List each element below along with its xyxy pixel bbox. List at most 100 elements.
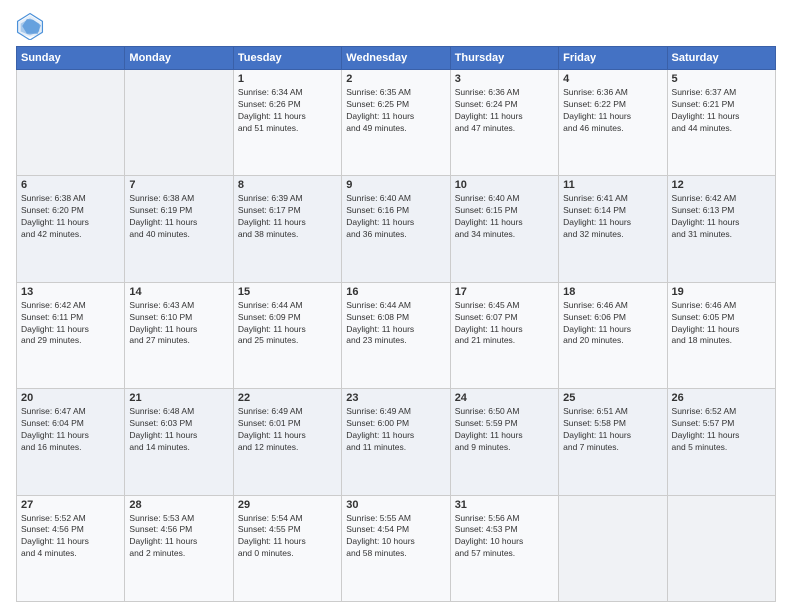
weekday-sunday: Sunday bbox=[17, 47, 125, 70]
day-cell: 26 Sunrise: 6:52 AM Sunset: 5:57 PM Dayli… bbox=[667, 389, 775, 495]
week-row-3: 13 Sunrise: 6:42 AM Sunset: 6:11 PM Dayli… bbox=[17, 282, 776, 388]
day-info: Sunrise: 5:52 AM Sunset: 4:56 PM Dayligh… bbox=[21, 513, 120, 561]
day-number: 28 bbox=[129, 499, 228, 511]
day-cell: 12Sunrise: 6:42 AM Sunset: 6:13 PM Dayli… bbox=[667, 176, 775, 282]
day-cell: 15 Sunrise: 6:44 AM Sunset: 6:09 PM Dayli… bbox=[233, 282, 341, 388]
day-info: Sunrise: 6:50 AM Sunset: 5:59 PM Dayligh… bbox=[455, 406, 554, 454]
weekday-monday: Monday bbox=[125, 47, 233, 70]
weekday-saturday: Saturday bbox=[667, 47, 775, 70]
day-cell: 2Sunrise: 6:35 AM Sunset: 6:25 PM Daylig… bbox=[342, 70, 450, 176]
day-info: Sunrise: 6:35 AM Sunset: 6:25 PM Dayligh… bbox=[346, 87, 445, 135]
day-number: 26 bbox=[672, 392, 771, 404]
day-number: 25 bbox=[563, 392, 662, 404]
day-info: Sunrise: 6:44 AM Sunset: 6:09 PM Dayligh… bbox=[238, 300, 337, 348]
day-cell: 21 Sunrise: 6:48 AM Sunset: 6:03 PM Dayli… bbox=[125, 389, 233, 495]
day-info: Sunrise: 6:46 AM Sunset: 6:06 PM Dayligh… bbox=[563, 300, 662, 348]
day-cell: 9 Sunrise: 6:40 AM Sunset: 6:16 PM Daylig… bbox=[342, 176, 450, 282]
day-cell: 20Sunrise: 6:47 AM Sunset: 6:04 PM Dayli… bbox=[17, 389, 125, 495]
day-number: 10 bbox=[455, 179, 554, 191]
day-cell: 14 Sunrise: 6:43 AM Sunset: 6:10 PM Dayli… bbox=[125, 282, 233, 388]
day-cell: 29Sunrise: 5:54 AM Sunset: 4:55 PM Dayli… bbox=[233, 495, 341, 601]
day-cell: 25 Sunrise: 6:51 AM Sunset: 5:58 PM Dayli… bbox=[559, 389, 667, 495]
day-number: 17 bbox=[455, 286, 554, 298]
day-number: 29 bbox=[238, 499, 337, 511]
day-cell: 22 Sunrise: 6:49 AM Sunset: 6:01 PM Dayli… bbox=[233, 389, 341, 495]
day-info: Sunrise: 6:36 AM Sunset: 6:22 PM Dayligh… bbox=[563, 87, 662, 135]
day-number: 1 bbox=[238, 73, 337, 85]
weekday-friday: Friday bbox=[559, 47, 667, 70]
day-cell: 7 Sunrise: 6:38 AM Sunset: 6:19 PM Daylig… bbox=[125, 176, 233, 282]
day-info: Sunrise: 6:51 AM Sunset: 5:58 PM Dayligh… bbox=[563, 406, 662, 454]
day-info: Sunrise: 6:48 AM Sunset: 6:03 PM Dayligh… bbox=[129, 406, 228, 454]
day-info: Sunrise: 6:52 AM Sunset: 5:57 PM Dayligh… bbox=[672, 406, 771, 454]
week-row-1: 1 Sunrise: 6:34 AM Sunset: 6:26 PM Daylig… bbox=[17, 70, 776, 176]
day-info: Sunrise: 5:55 AM Sunset: 4:54 PM Dayligh… bbox=[346, 513, 445, 561]
day-number: 30 bbox=[346, 499, 445, 511]
day-number: 18 bbox=[563, 286, 662, 298]
page: SundayMondayTuesdayWednesdayThursdayFrid… bbox=[0, 0, 792, 612]
day-info: Sunrise: 6:37 AM Sunset: 6:21 PM Dayligh… bbox=[672, 87, 771, 135]
day-info: Sunrise: 6:40 AM Sunset: 6:16 PM Dayligh… bbox=[346, 193, 445, 241]
day-number: 15 bbox=[238, 286, 337, 298]
calendar-body: 1 Sunrise: 6:34 AM Sunset: 6:26 PM Daylig… bbox=[17, 70, 776, 602]
day-number: 31 bbox=[455, 499, 554, 511]
day-number: 14 bbox=[129, 286, 228, 298]
day-cell: 10 Sunrise: 6:40 AM Sunset: 6:15 PM Dayli… bbox=[450, 176, 558, 282]
week-row-5: 27Sunrise: 5:52 AM Sunset: 4:56 PM Dayli… bbox=[17, 495, 776, 601]
day-info: Sunrise: 6:36 AM Sunset: 6:24 PM Dayligh… bbox=[455, 87, 554, 135]
day-cell: 19Sunrise: 6:46 AM Sunset: 6:05 PM Dayli… bbox=[667, 282, 775, 388]
day-cell: 6 Sunrise: 6:38 AM Sunset: 6:20 PM Daylig… bbox=[17, 176, 125, 282]
day-cell: 5Sunrise: 6:37 AM Sunset: 6:21 PM Daylig… bbox=[667, 70, 775, 176]
day-cell: 17 Sunrise: 6:45 AM Sunset: 6:07 PM Dayli… bbox=[450, 282, 558, 388]
week-row-4: 20Sunrise: 6:47 AM Sunset: 6:04 PM Dayli… bbox=[17, 389, 776, 495]
day-info: Sunrise: 6:39 AM Sunset: 6:17 PM Dayligh… bbox=[238, 193, 337, 241]
day-number: 21 bbox=[129, 392, 228, 404]
day-cell: 23Sunrise: 6:49 AM Sunset: 6:00 PM Dayli… bbox=[342, 389, 450, 495]
day-info: Sunrise: 6:41 AM Sunset: 6:14 PM Dayligh… bbox=[563, 193, 662, 241]
day-number: 9 bbox=[346, 179, 445, 191]
day-cell bbox=[17, 70, 125, 176]
day-cell: 3 Sunrise: 6:36 AM Sunset: 6:24 PM Daylig… bbox=[450, 70, 558, 176]
day-cell: 4Sunrise: 6:36 AM Sunset: 6:22 PM Daylig… bbox=[559, 70, 667, 176]
day-cell bbox=[667, 495, 775, 601]
day-info: Sunrise: 6:42 AM Sunset: 6:11 PM Dayligh… bbox=[21, 300, 120, 348]
day-cell: 13 Sunrise: 6:42 AM Sunset: 6:11 PM Dayli… bbox=[17, 282, 125, 388]
day-info: Sunrise: 5:56 AM Sunset: 4:53 PM Dayligh… bbox=[455, 513, 554, 561]
header bbox=[16, 12, 776, 40]
day-info: Sunrise: 6:44 AM Sunset: 6:08 PM Dayligh… bbox=[346, 300, 445, 348]
day-number: 19 bbox=[672, 286, 771, 298]
day-number: 6 bbox=[21, 179, 120, 191]
day-number: 11 bbox=[563, 179, 662, 191]
day-info: Sunrise: 6:38 AM Sunset: 6:20 PM Dayligh… bbox=[21, 193, 120, 241]
day-info: Sunrise: 6:34 AM Sunset: 6:26 PM Dayligh… bbox=[238, 87, 337, 135]
day-number: 7 bbox=[129, 179, 228, 191]
logo-icon bbox=[16, 12, 44, 40]
day-cell: 11 Sunrise: 6:41 AM Sunset: 6:14 PM Dayli… bbox=[559, 176, 667, 282]
day-number: 8 bbox=[238, 179, 337, 191]
day-cell: 16 Sunrise: 6:44 AM Sunset: 6:08 PM Dayli… bbox=[342, 282, 450, 388]
day-cell: 8 Sunrise: 6:39 AM Sunset: 6:17 PM Daylig… bbox=[233, 176, 341, 282]
weekday-header-row: SundayMondayTuesdayWednesdayThursdayFrid… bbox=[17, 47, 776, 70]
week-row-2: 6 Sunrise: 6:38 AM Sunset: 6:20 PM Daylig… bbox=[17, 176, 776, 282]
day-number: 22 bbox=[238, 392, 337, 404]
day-cell: 24Sunrise: 6:50 AM Sunset: 5:59 PM Dayli… bbox=[450, 389, 558, 495]
day-number: 16 bbox=[346, 286, 445, 298]
day-cell: 31 Sunrise: 5:56 AM Sunset: 4:53 PM Dayli… bbox=[450, 495, 558, 601]
day-cell: 27Sunrise: 5:52 AM Sunset: 4:56 PM Dayli… bbox=[17, 495, 125, 601]
calendar-table: SundayMondayTuesdayWednesdayThursdayFrid… bbox=[16, 46, 776, 602]
day-cell bbox=[559, 495, 667, 601]
day-info: Sunrise: 6:45 AM Sunset: 6:07 PM Dayligh… bbox=[455, 300, 554, 348]
day-cell: 1 Sunrise: 6:34 AM Sunset: 6:26 PM Daylig… bbox=[233, 70, 341, 176]
day-info: Sunrise: 5:53 AM Sunset: 4:56 PM Dayligh… bbox=[129, 513, 228, 561]
day-number: 13 bbox=[21, 286, 120, 298]
day-number: 3 bbox=[455, 73, 554, 85]
weekday-tuesday: Tuesday bbox=[233, 47, 341, 70]
calendar-header: SundayMondayTuesdayWednesdayThursdayFrid… bbox=[17, 47, 776, 70]
day-number: 23 bbox=[346, 392, 445, 404]
day-info: Sunrise: 6:40 AM Sunset: 6:15 PM Dayligh… bbox=[455, 193, 554, 241]
day-info: Sunrise: 6:43 AM Sunset: 6:10 PM Dayligh… bbox=[129, 300, 228, 348]
day-info: Sunrise: 6:38 AM Sunset: 6:19 PM Dayligh… bbox=[129, 193, 228, 241]
day-info: Sunrise: 6:49 AM Sunset: 6:01 PM Dayligh… bbox=[238, 406, 337, 454]
day-number: 20 bbox=[21, 392, 120, 404]
day-cell bbox=[125, 70, 233, 176]
